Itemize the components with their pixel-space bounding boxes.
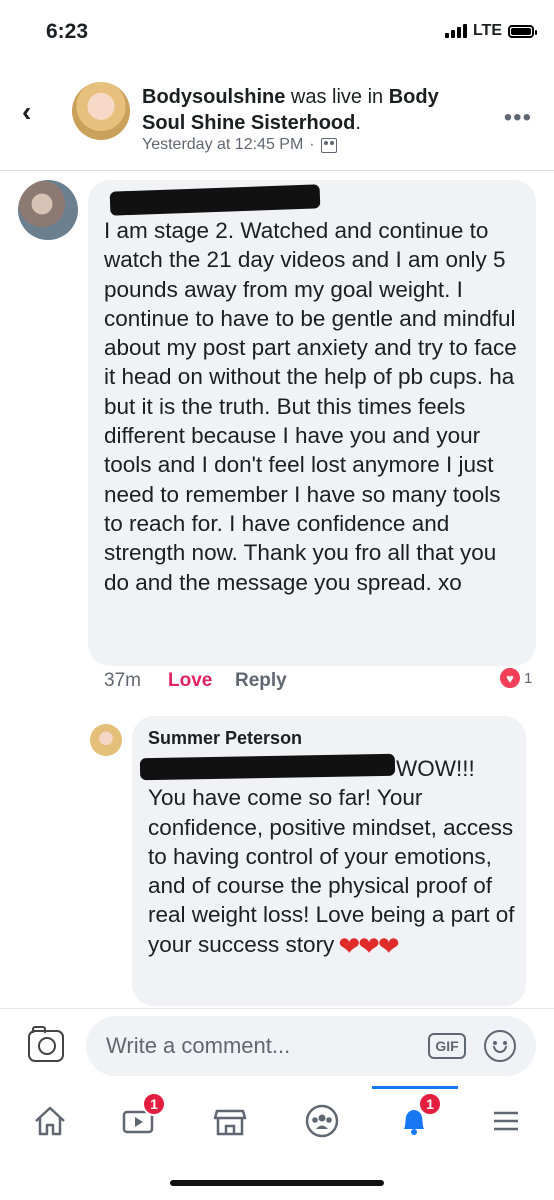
tab-home[interactable] (20, 1096, 80, 1146)
reply-text: WOW!!! You have come so far! Your confide… (148, 754, 518, 961)
back-icon[interactable]: ‹ (22, 96, 31, 128)
hearts-emoji: ❤❤❤ (338, 930, 399, 961)
heart-reaction-icon: ♥ (498, 666, 522, 690)
reply-author-name[interactable]: Summer Peterson (148, 728, 302, 749)
page-avatar[interactable] (72, 82, 130, 140)
love-button[interactable]: Love (168, 670, 212, 692)
post-title: Bodysoulshine was live in Body Soul Shin… (142, 86, 439, 134)
menu-icon (494, 1111, 518, 1131)
active-tab-indicator (372, 1086, 458, 1089)
post-timestamp[interactable]: Yesterday at 12:45 PM (142, 136, 303, 154)
post-action-text: was live in (285, 86, 389, 108)
tab-groups[interactable] (292, 1096, 352, 1146)
gif-button[interactable]: GIF (428, 1033, 466, 1059)
reply-button[interactable]: Reply (235, 670, 287, 692)
reply-text-line1: WOW!!! (396, 756, 475, 781)
more-options-icon[interactable]: ••• (504, 104, 532, 132)
comment-time: 37m (104, 670, 141, 691)
battery-icon (508, 24, 537, 38)
group-privacy-icon (320, 137, 337, 153)
home-icon (35, 1106, 65, 1136)
meta-separator: · (309, 136, 315, 153)
watch-badge: 1 (142, 1092, 166, 1116)
network-label: LTE (472, 22, 502, 39)
tab-marketplace[interactable] (200, 1096, 260, 1146)
marketplace-icon (213, 1109, 247, 1136)
page-name-link[interactable]: Bodysoulshine (142, 86, 285, 108)
signal-icon (444, 24, 467, 38)
notifications-badge: 1 (418, 1092, 442, 1116)
reaction-count: 1 (524, 669, 533, 687)
status-indicators: LTE (444, 22, 537, 40)
reply-author-avatar[interactable] (90, 724, 122, 756)
camera-icon[interactable] (28, 1026, 64, 1062)
header-divider (0, 170, 554, 171)
comment-text: I am stage 2. Watched and continue to wa… (104, 218, 517, 595)
post-meta: Yesterday at 12:45 PM · (142, 136, 337, 154)
groups-icon (305, 1104, 339, 1138)
reaction-summary[interactable]: ♥ 1 (498, 666, 532, 690)
commenter-avatar[interactable] (18, 180, 78, 240)
tab-menu[interactable] (476, 1096, 536, 1146)
home-indicator (170, 1180, 384, 1186)
reply-text-body: You have come so far! Your confidence, p… (148, 785, 515, 957)
status-time: 6:23 (46, 20, 89, 43)
comment-input[interactable]: Write a comment... (86, 1016, 536, 1076)
emoji-icon[interactable] (484, 1030, 516, 1062)
comment-placeholder: Write a comment... (106, 1033, 291, 1058)
